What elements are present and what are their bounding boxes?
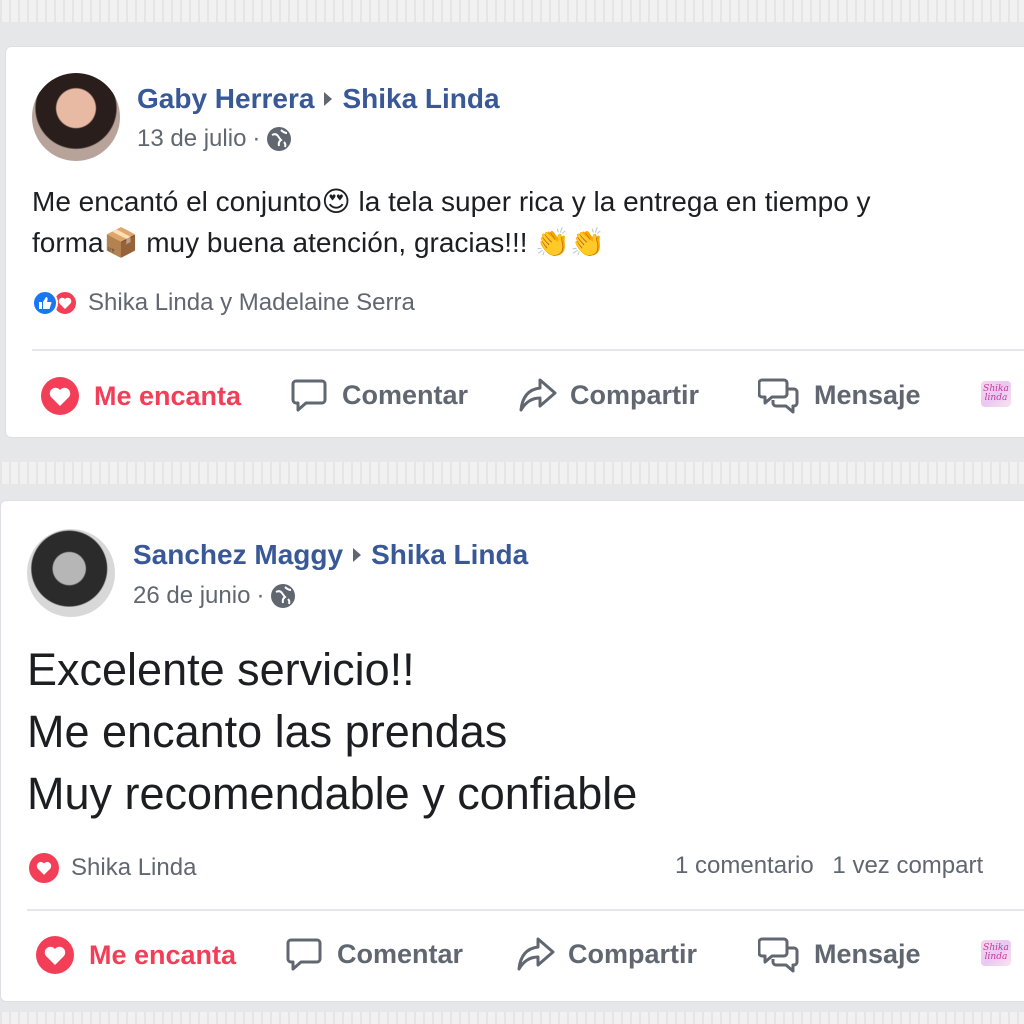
globe-icon[interactable]	[270, 583, 296, 609]
comments-count-link[interactable]: 1 comentario	[675, 852, 814, 879]
post-card: Sanchez Maggy Shika Linda 26 de junio · E…	[0, 500, 1024, 1002]
author-avatar[interactable]	[32, 73, 120, 161]
heart-icon	[36, 936, 74, 974]
reactions-summary[interactable]: Shika Linda	[27, 851, 196, 885]
message-button-label: Mensaje	[814, 379, 921, 410]
divider	[32, 349, 1024, 351]
background-texture-top	[0, 0, 1024, 22]
message-icon	[758, 937, 799, 973]
author-avatar[interactable]	[27, 529, 115, 617]
message-icon	[758, 378, 799, 414]
post-body-line: Muy recomendable y confiable	[27, 768, 638, 819]
share-icon	[517, 937, 555, 971]
message-button[interactable]: Mensaje	[758, 935, 921, 973]
reactions-summary[interactable]: Shika Linda y Madelaine Serra	[32, 289, 415, 317]
author-name-link[interactable]: Gaby Herrera	[137, 83, 314, 114]
triangle-arrow-icon	[353, 547, 362, 562]
page-name-link[interactable]: Shika Linda	[371, 539, 528, 570]
page-logo-text: Shika linda	[983, 384, 1009, 403]
post-body-line: forma📦 muy buena atención, gracias!!! 👏👏	[32, 227, 606, 258]
meta-separator: ·	[252, 125, 261, 152]
share-button[interactable]: Compartir	[518, 376, 699, 414]
like-reaction-icon	[32, 290, 58, 316]
post-body-line: Me encanto las prendas	[27, 706, 508, 757]
meta-separator: ·	[256, 582, 265, 609]
post-body-line: Me encantó el conjunto😍 la tela super ri…	[32, 186, 871, 217]
triangle-arrow-icon	[324, 91, 333, 106]
comment-button-label: Comentar	[337, 938, 464, 969]
author-name-link[interactable]: Sanchez Maggy	[133, 539, 343, 570]
comment-button[interactable]: Comentar	[285, 935, 463, 973]
share-button-label: Compartir	[570, 379, 700, 410]
post-meta: 13 de julio ·	[137, 125, 292, 153]
post-body-line: Excelente servicio!!	[27, 644, 415, 695]
post-counts: 1 comentario 1 vez compart	[675, 852, 983, 880]
page-logo-thumbnail[interactable]: Shika linda	[981, 381, 1011, 407]
share-icon	[519, 378, 557, 412]
background-texture-bottom	[0, 1012, 1024, 1024]
page-name-link[interactable]: Shika Linda	[342, 83, 499, 114]
post-header-names: Sanchez Maggy Shika Linda	[133, 539, 528, 571]
post-date-link[interactable]: 13 de julio	[137, 125, 246, 153]
love-button[interactable]: Me encanta	[35, 935, 236, 975]
share-button-label: Compartir	[568, 938, 698, 969]
comment-button[interactable]: Comentar	[290, 376, 468, 414]
page-logo-thumbnail[interactable]: Shika linda	[981, 940, 1011, 966]
love-button-label: Me encanta	[89, 939, 237, 970]
love-reaction-icon	[27, 851, 61, 885]
post-body: Me encantó el conjunto😍 la tela super ri…	[32, 181, 871, 263]
heart-icon	[41, 377, 79, 415]
reactions-names[interactable]: Shika Linda y Madelaine Serra	[88, 289, 415, 317]
comment-icon	[291, 379, 327, 412]
divider	[27, 909, 1024, 911]
love-button-label: Me encanta	[94, 380, 242, 411]
post-date-link[interactable]: 26 de junio	[133, 582, 250, 610]
shares-count-link[interactable]: 1 vez compart	[832, 852, 983, 879]
love-button[interactable]: Me encanta	[40, 376, 241, 416]
globe-icon[interactable]	[266, 126, 292, 152]
comment-icon	[286, 938, 322, 971]
post-card: Gaby Herrera Shika Linda 13 de julio · Me…	[5, 46, 1024, 438]
message-button[interactable]: Mensaje	[758, 376, 921, 414]
background-texture-middle	[0, 462, 1024, 484]
page-logo-text: Shika linda	[983, 943, 1009, 962]
share-button[interactable]: Compartir	[516, 935, 697, 973]
message-button-label: Mensaje	[814, 938, 921, 969]
reactions-names[interactable]: Shika Linda	[71, 854, 196, 882]
post-header-names: Gaby Herrera Shika Linda	[137, 83, 500, 115]
comment-button-label: Comentar	[342, 379, 469, 410]
post-meta: 26 de junio ·	[133, 582, 296, 610]
post-body: Excelente servicio!! Me encanto las pren…	[27, 639, 637, 825]
